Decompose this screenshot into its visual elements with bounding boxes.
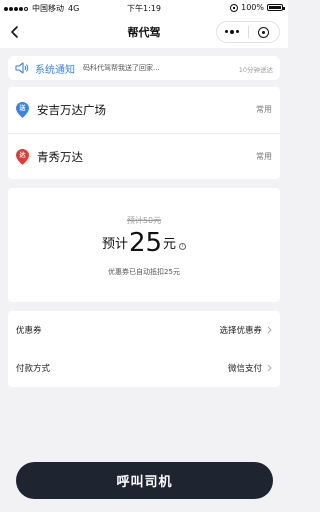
battery-percent: 100% xyxy=(241,3,264,12)
coupon-label: 优惠券 xyxy=(16,326,42,336)
battery-icon xyxy=(267,4,285,11)
start-address: 安吉万达广场 xyxy=(37,103,106,117)
end-address: 青秀万达 xyxy=(37,149,83,164)
call-driver-button[interactable]: 呼叫司机 xyxy=(16,462,273,499)
payment-row[interactable]: 付款方式 微信支付 xyxy=(8,349,280,387)
end-pin-icon: 达 xyxy=(16,148,29,165)
status-right: 100% xyxy=(230,3,285,12)
mini-program-capsule xyxy=(216,21,280,43)
chevron-right-icon xyxy=(267,326,272,334)
notice-time: 10分钟送达 xyxy=(238,66,273,74)
notice-title: 系统通知 xyxy=(35,64,75,76)
price-prefix: 预计 xyxy=(101,237,128,252)
start-address-row[interactable]: 送 安吉万达广场 常用 xyxy=(8,87,280,133)
options-card: 优惠券 选择优惠券 付款方式 微信支付 xyxy=(8,311,280,387)
coupon-row[interactable]: 优惠券 选择优惠券 xyxy=(8,311,280,349)
fare-card: 预计50元 预计 25 元 i 优惠券已自动抵扣25元 xyxy=(8,188,280,302)
info-icon[interactable]: i xyxy=(179,243,187,250)
chevron-right-icon xyxy=(267,364,272,372)
nav-bar: 帮代驾 xyxy=(0,16,288,48)
system-notice-bar[interactable]: 系统通知 码科代驾帮我送了回家... 10分钟送达 xyxy=(8,56,280,80)
price-amount: 25 xyxy=(128,228,163,258)
payment-value: 微信支付 xyxy=(227,364,262,374)
end-pin-label: 达 xyxy=(19,151,26,159)
end-address-row[interactable]: 达 青秀万达 常用 xyxy=(8,133,280,179)
capsule-close-icon[interactable] xyxy=(249,26,280,38)
estimated-price: 预计 25 元 i xyxy=(8,230,280,256)
start-pin-icon: 送 xyxy=(16,102,29,118)
speaker-icon xyxy=(15,62,29,74)
price-unit: 元 xyxy=(163,237,177,252)
start-address-tag: 常用 xyxy=(256,105,272,114)
rotation-lock-icon xyxy=(230,3,239,12)
coupon-value: 选择优惠券 xyxy=(219,326,262,336)
coupon-note: 优惠券已自动抵扣25元 xyxy=(108,268,180,276)
end-address-tag: 常用 xyxy=(256,152,272,161)
payment-label: 付款方式 xyxy=(16,364,51,374)
more-dots-icon[interactable] xyxy=(217,30,248,34)
status-bar: 中国移动 4G 下午1:19 100% xyxy=(0,0,288,16)
notice-message: 码科代驾帮我送了回家... xyxy=(83,64,160,72)
start-pin-label: 送 xyxy=(19,105,26,112)
route-card: 送 安吉万达广场 常用 达 青秀万达 常用 xyxy=(8,87,280,179)
original-price: 预计50元 xyxy=(126,216,162,225)
